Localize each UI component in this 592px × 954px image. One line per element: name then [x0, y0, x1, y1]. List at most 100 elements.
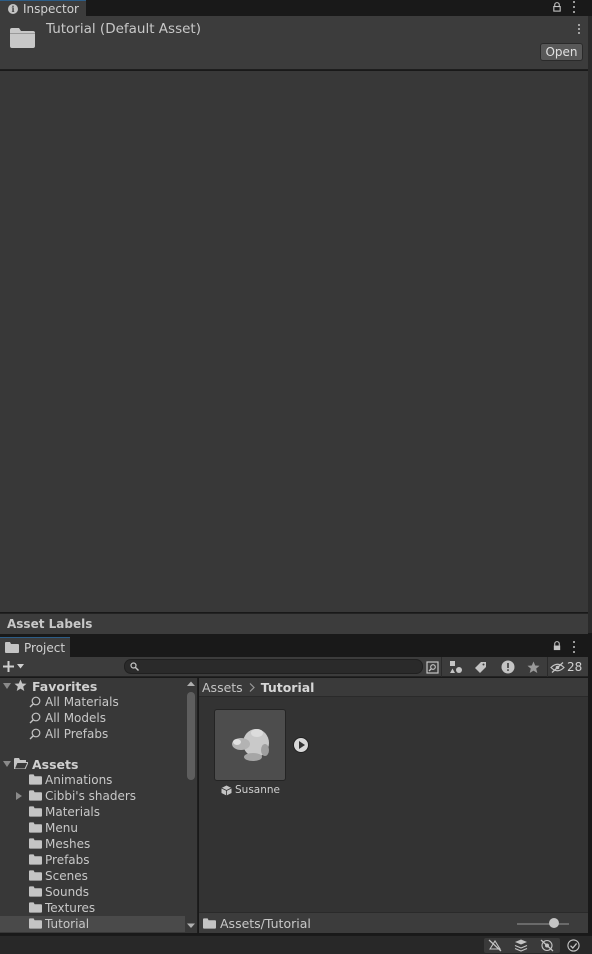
- folder-icon: [29, 854, 42, 865]
- project-folder-icon: [5, 642, 19, 653]
- project-toolbar: 28: [0, 657, 588, 677]
- tree-scroll-thumb[interactable]: [187, 692, 195, 780]
- inspector-tab-bar: [0, 0, 592, 16]
- open-folder-icon: [14, 758, 28, 769]
- search-icon: [29, 728, 41, 740]
- asset-grid: Assets Tutorial Susanne: [199, 678, 588, 912]
- tree-folder-label: Prefabs: [45, 853, 90, 867]
- inspector-body: [0, 71, 588, 612]
- expand-arrow-icon[interactable]: [3, 683, 11, 689]
- stack-icon[interactable]: [514, 939, 528, 952]
- project-lock-icon[interactable]: [552, 641, 562, 651]
- chevron-down-icon: [17, 664, 24, 669]
- breadcrumb-assets[interactable]: Assets: [202, 680, 243, 695]
- breadcrumb-current[interactable]: Tutorial: [261, 680, 315, 695]
- tree-assets[interactable]: Assets: [0, 756, 185, 772]
- tree-folder-label: Tutorial: [45, 917, 90, 931]
- tree-favorite-label: All Models: [45, 711, 106, 725]
- info-icon: i: [8, 3, 18, 14]
- search-icon: [29, 712, 41, 724]
- tree-folder[interactable]: Cibbi's shaders: [0, 788, 185, 804]
- folder-icon: [10, 28, 35, 48]
- folder-icon: [29, 822, 42, 833]
- tree-folder-label: Sounds: [45, 885, 90, 899]
- tree-folder-label: Textures: [45, 901, 96, 915]
- search-icon: [130, 662, 139, 671]
- play-preview-button[interactable]: [293, 737, 309, 753]
- tree-folder-selected[interactable]: Tutorial: [0, 916, 185, 932]
- asset-thumbnail[interactable]: [214, 709, 309, 781]
- filter-by-label-button[interactable]: [472, 659, 489, 675]
- folder-icon: [29, 918, 42, 929]
- tree-folder[interactable]: Menu: [0, 820, 185, 836]
- plus-icon: [3, 661, 14, 672]
- scroll-down-icon[interactable]: [187, 923, 195, 929]
- favorites-filter-button[interactable]: [525, 659, 542, 675]
- check-circle-icon[interactable]: [567, 939, 580, 952]
- collapsed-arrow-icon[interactable]: [16, 792, 22, 800]
- tree-favorites[interactable]: Favorites: [0, 678, 185, 694]
- folder-icon: [29, 774, 42, 785]
- tree-favorite-item[interactable]: All Materials: [0, 694, 185, 710]
- folder-icon: [29, 790, 42, 801]
- toolbar-divider: [441, 657, 442, 677]
- star-icon: [527, 661, 540, 673]
- header-menu-icon[interactable]: [577, 23, 581, 35]
- icon-size-slider[interactable]: [517, 923, 569, 925]
- monkey-model-icon: [232, 729, 269, 761]
- tree-scrollbar[interactable]: [185, 678, 198, 933]
- search-by-scene-button[interactable]: [424, 659, 441, 675]
- expand-arrow-icon[interactable]: [3, 761, 11, 767]
- tree-folder-label: Menu: [45, 821, 78, 835]
- breadcrumb: Assets Tutorial: [199, 678, 588, 697]
- hidden-packages-toggle[interactable]: 28: [550, 658, 582, 676]
- eye-slash-icon: [550, 661, 565, 673]
- project-menu-icon[interactable]: [572, 641, 576, 653]
- tree-folder[interactable]: Materials: [0, 804, 185, 820]
- tree-folder[interactable]: Scenes: [0, 868, 185, 884]
- search-scene-icon: [426, 660, 439, 674]
- asset-labels-bar[interactable]: Asset Labels: [0, 613, 588, 634]
- tree-assets-label: Assets: [32, 756, 79, 772]
- tree-folder[interactable]: Meshes: [0, 836, 185, 852]
- inspector-menu-icon[interactable]: [572, 1, 576, 13]
- open-button[interactable]: Open: [540, 43, 583, 61]
- tree-folder[interactable]: Prefabs: [0, 852, 185, 868]
- tree-folder[interactable]: Textures: [0, 900, 185, 916]
- footer-path-label: Assets/Tutorial: [220, 916, 311, 931]
- network-off-icon[interactable]: [488, 939, 502, 952]
- create-button[interactable]: [3, 658, 29, 675]
- tree-folder-label: Cibbi's shaders: [45, 789, 137, 803]
- tab-inspector[interactable]: i Inspector: [0, 0, 86, 16]
- asset-name: Susanne: [235, 784, 280, 796]
- lock-icon[interactable]: [552, 2, 562, 12]
- folder-icon: [203, 918, 216, 929]
- icon-size-slider-knob[interactable]: [549, 918, 559, 928]
- folder-tree: Favorites All Materials All Models All P…: [0, 678, 185, 933]
- label-tag-icon: [475, 661, 486, 673]
- folder-icon: [29, 870, 42, 881]
- play-icon: [299, 741, 305, 749]
- tab-project[interactable]: Project: [0, 637, 70, 657]
- tab-inspector-label: Inspector: [23, 1, 79, 16]
- debug-off-icon[interactable]: [540, 939, 554, 952]
- tree-favorite-item[interactable]: All Models: [0, 710, 185, 726]
- tree-folder-label: Scenes: [45, 869, 88, 883]
- tree-favorite-item[interactable]: All Prefabs: [0, 726, 185, 742]
- project-tab-bar: [0, 637, 592, 657]
- tree-folder[interactable]: Animations: [0, 772, 185, 788]
- search-input[interactable]: [124, 659, 423, 674]
- folder-icon: [29, 886, 42, 897]
- star-icon: [14, 679, 27, 691]
- tree-folder-label: Meshes: [45, 837, 91, 851]
- scroll-up-icon[interactable]: [187, 681, 195, 687]
- status-bar: [0, 935, 592, 954]
- inspector-scrollbar[interactable]: [588, 16, 592, 633]
- filter-by-log-button[interactable]: [499, 659, 516, 675]
- folder-icon: [29, 806, 42, 817]
- filter-by-type-button[interactable]: [447, 659, 464, 675]
- search-icon: [29, 696, 41, 708]
- toolbar-divider: [547, 657, 548, 677]
- tree-folder[interactable]: Sounds: [0, 884, 185, 900]
- asset-item[interactable]: Susanne: [221, 784, 280, 796]
